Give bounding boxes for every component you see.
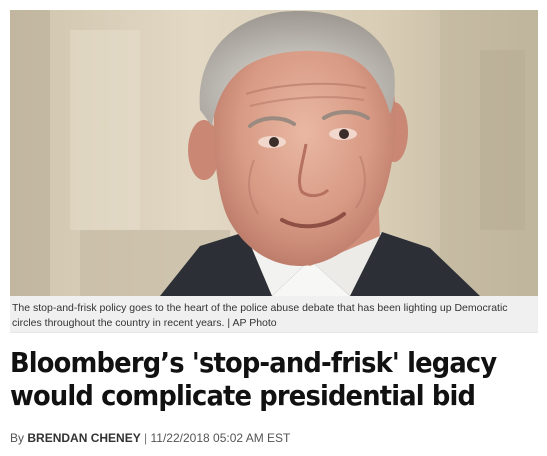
author-link[interactable]: BRENDAN CHENEY: [27, 431, 140, 445]
photo-credit: AP Photo: [232, 316, 277, 329]
byline-prefix: By: [10, 431, 25, 445]
caption-separator: |: [227, 316, 231, 329]
photo-caption: The stop-and-frisk policy goes to the he…: [10, 296, 538, 333]
portrait-image: [10, 10, 538, 296]
article-headline[interactable]: Bloomberg’s 'stop-and-frisk' legacy woul…: [10, 346, 497, 412]
headline-line-1: Bloomberg’s 'stop-and-frisk' legacy: [10, 346, 497, 379]
article-photo[interactable]: [10, 10, 538, 296]
byline-separator: |: [144, 431, 148, 445]
article-container: The stop-and-frisk policy goes to the he…: [0, 0, 547, 456]
publish-timestamp: 11/22/2018 05:02 AM EST: [150, 431, 291, 445]
headline-line-2: would complicate presidential bid: [10, 379, 476, 412]
byline: By BRENDAN CHENEY | 11/22/2018 05:02 AM …: [10, 430, 290, 446]
